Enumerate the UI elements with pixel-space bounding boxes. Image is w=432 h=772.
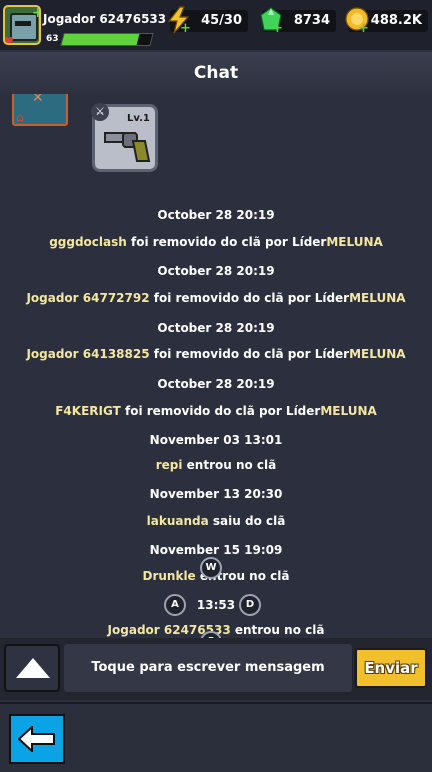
- message-text: foi removido do clã por Líder: [149, 347, 350, 361]
- player-level: 63: [46, 34, 59, 44]
- energy-counter[interactable]: + 45/30: [167, 6, 248, 36]
- message-timestamp: October 28 20:19: [157, 264, 275, 278]
- message-timestamp: October 28 20:19: [157, 377, 275, 391]
- chat-message: repi entrou no clã: [0, 458, 432, 472]
- message-timestamp: October 28 20:19: [157, 321, 275, 335]
- member-name[interactable]: Jogador 64138825: [26, 347, 149, 361]
- message-timestamp: 13:53: [196, 598, 236, 612]
- member-name[interactable]: Jogador 64772792: [26, 291, 149, 305]
- chat-header: Chat: [0, 52, 432, 94]
- house-icon: ⌂: [16, 110, 24, 124]
- plus-icon: +: [180, 21, 191, 36]
- arrow-up-icon: [16, 658, 50, 678]
- message-text: foi removido do clã por Líder: [149, 291, 350, 305]
- plus-icon: +: [32, 7, 39, 21]
- message-timestamp: November 15 19:09: [149, 543, 283, 557]
- page-title: Chat: [193, 63, 239, 83]
- chat-message: lakuanda saiu do clã: [0, 514, 432, 528]
- member-name[interactable]: lakuanda: [147, 514, 209, 528]
- weapon-level: Lv.1: [127, 113, 150, 124]
- clan-emblem-icon: ✕: [32, 94, 44, 106]
- expand-up-button[interactable]: [4, 644, 60, 692]
- message-input-bar: Toque para escrever mensagem Enviar: [0, 638, 432, 700]
- member-name[interactable]: gggdoclash: [49, 235, 127, 249]
- chat-message: F4KERIGT foi removido do clã por LíderME…: [0, 404, 432, 418]
- dpad-left-button[interactable]: A: [164, 594, 186, 616]
- message-input[interactable]: Toque para escrever mensagem: [64, 644, 352, 692]
- coins-value: 488.2K: [370, 13, 422, 28]
- xp-progress-bar: [60, 33, 154, 46]
- message-timestamp: November 03 13:01: [149, 433, 283, 447]
- energy-value: 45/30: [201, 13, 242, 28]
- avatar-visor: [15, 21, 31, 26]
- chat-message: Jogador 64772792 foi removido do clã por…: [0, 291, 432, 305]
- heart-icon: ♥: [4, 35, 14, 45]
- xp-progress-fill: [61, 34, 140, 45]
- leader-name[interactable]: MELUNA: [326, 235, 382, 249]
- message-timestamp: October 28 20:19: [157, 208, 275, 222]
- gems-counter[interactable]: + 8734: [260, 7, 336, 36]
- revolver-icon: [104, 132, 151, 162]
- dpad-up-button[interactable]: W: [200, 557, 222, 579]
- leader-name[interactable]: MELUNA: [349, 347, 405, 361]
- chat-message: gggdoclash foi removido do clã por Líder…: [0, 235, 432, 249]
- coins-counter[interactable]: + 488.2K: [345, 7, 428, 36]
- player-avatar[interactable]: + ♥: [3, 5, 41, 45]
- sword-icon: ⚔: [91, 103, 109, 121]
- player-name: Jogador 62476533: [43, 12, 167, 26]
- message-text: foi removido do clã por Líder: [126, 235, 327, 249]
- message-timestamp: November 13 20:30: [149, 487, 283, 501]
- weapon-card[interactable]: ⚔ Lv.1: [91, 103, 158, 172]
- dpad-right-button[interactable]: D: [239, 594, 261, 616]
- top-resource-bar: + ♥ Jogador 62476533 63 + 45/30 + 8734 +…: [0, 0, 432, 50]
- message-text: saiu do clã: [208, 514, 286, 528]
- gems-value: 8734: [293, 13, 330, 28]
- leader-name[interactable]: MELUNA: [320, 404, 376, 418]
- message-text: entrou no clã: [230, 623, 325, 637]
- member-name[interactable]: repi: [156, 458, 183, 472]
- chat-messages-area[interactable]: ✕ ⌂ ⚔ Lv.1 October 28 20:19 gggdoclash f…: [0, 94, 432, 638]
- leader-name[interactable]: MELUNA: [349, 291, 405, 305]
- chat-message: Jogador 64138825 foi removido do clã por…: [0, 347, 432, 361]
- member-name[interactable]: F4KERIGT: [55, 404, 121, 418]
- bottom-nav-bar: [0, 702, 432, 772]
- message-text: entrou no clã: [182, 458, 277, 472]
- back-button[interactable]: [9, 714, 65, 764]
- plus-icon: +: [358, 21, 369, 36]
- arrow-left-icon: [18, 726, 55, 752]
- clan-badge: ✕ ⌂: [12, 94, 68, 126]
- member-name[interactable]: Drunkle: [143, 569, 196, 583]
- message-text: foi removido do clã por Líder: [120, 404, 321, 418]
- plus-icon: +: [272, 21, 283, 36]
- send-button[interactable]: Enviar: [355, 648, 427, 688]
